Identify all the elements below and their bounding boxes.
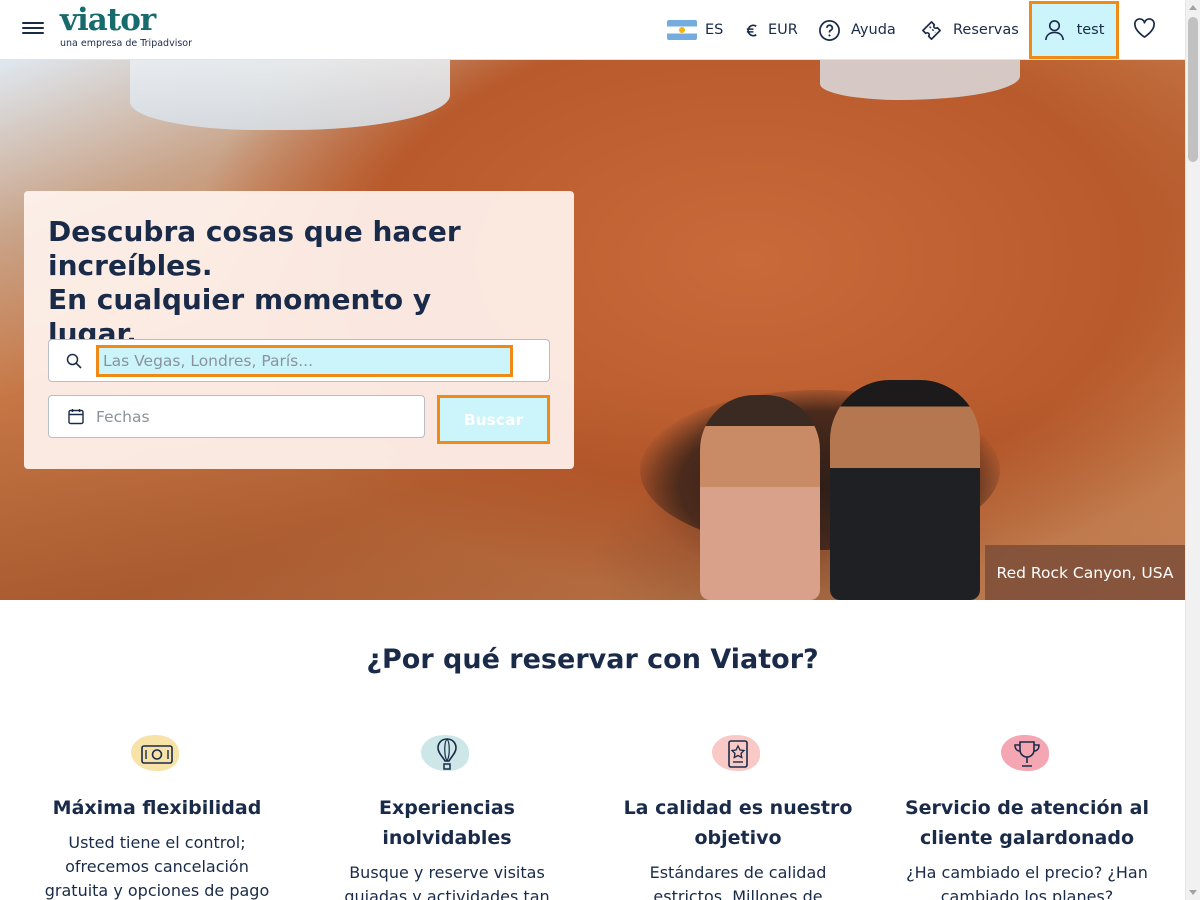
flag-argentina-icon (667, 20, 697, 40)
top-header: viator una empresa de Tripadvisor ES EUR… (0, 0, 1185, 60)
feature-description: Busque y reserve visitas guiadas y activ… (344, 863, 550, 900)
search-icon (66, 353, 82, 373)
dates-placeholder: Fechas (96, 407, 150, 426)
scroll-down-arrow-icon[interactable] (1189, 890, 1197, 895)
calendar-icon (68, 408, 84, 425)
scroll-up-arrow-icon[interactable] (1189, 5, 1197, 10)
hero-sky (130, 60, 450, 130)
hero-location-caption: Red Rock Canyon, USA (985, 545, 1185, 600)
scrollbar-thumb[interactable] (1188, 17, 1198, 162)
feature-customer-service: Servicio de atención al cliente galardon… (902, 735, 1152, 900)
hero-title: Descubra cosas que hacer increíbles. En … (48, 215, 518, 351)
feature-description: ¿Ha cambiado el precio? ¿Han cambiado lo… (906, 863, 1148, 900)
badge-icon (712, 735, 764, 773)
page-scrollbar[interactable] (1185, 0, 1200, 900)
bookings-link[interactable]: Reservas (920, 0, 1019, 60)
hero-title-line1: Descubra cosas que hacer increíbles. (48, 215, 461, 282)
bookings-label: Reservas (953, 22, 1019, 38)
profile-button[interactable]: test (1029, 1, 1119, 59)
hero-person-right (830, 380, 980, 600)
viator-logo[interactable]: viator una empresa de Tripadvisor (60, 3, 192, 49)
help-label: Ayuda (851, 22, 896, 38)
search-button[interactable]: Buscar (437, 395, 550, 444)
money-icon (131, 735, 183, 773)
feature-quality: La calidad es nuestro objetivo Estándare… (613, 735, 863, 900)
logo-wordmark: viator (60, 2, 156, 38)
wishlist-button[interactable] (1133, 0, 1156, 60)
ticket-icon (920, 19, 943, 42)
user-icon (1044, 19, 1065, 42)
feature-description: Usted tiene el control; ofrecemos cancel… (44, 833, 270, 900)
menu-icon[interactable] (22, 19, 44, 39)
euro-icon (744, 22, 761, 39)
feature-experiences: Experiencias inolvidables Busque y reser… (322, 735, 572, 900)
why-section-title: ¿Por qué reservar con Viator? (366, 644, 819, 675)
dates-field[interactable]: Fechas (48, 395, 425, 438)
feature-title: Máxima flexibilidad (52, 797, 262, 819)
destination-search-input[interactable] (96, 345, 513, 377)
feature-title: La calidad es nuestro objetivo (623, 797, 853, 849)
hero-person-left (700, 395, 820, 600)
language-selector[interactable]: ES (667, 0, 723, 60)
hero-sky-2 (820, 60, 1020, 100)
currency-label: EUR (768, 22, 798, 38)
help-icon (818, 19, 841, 42)
heart-icon (1133, 17, 1156, 43)
feature-description: Estándares de calidad estrictos. Millone… (649, 863, 827, 900)
logo-tagline: una empresa de Tripadvisor (60, 38, 193, 49)
hero-banner: Descubra cosas que hacer increíbles. En … (0, 60, 1185, 600)
balloon-icon (421, 735, 473, 773)
feature-flexibility: Máxima flexibilidad Usted tiene el contr… (32, 735, 282, 900)
currency-selector[interactable]: EUR (744, 0, 798, 60)
profile-label: test (1076, 22, 1105, 38)
trophy-icon (1001, 735, 1053, 773)
help-link[interactable]: Ayuda (818, 0, 896, 60)
feature-title: Servicio de atención al cliente galardon… (904, 797, 1149, 849)
language-label: ES (705, 22, 724, 38)
feature-title: Experiencias inolvidables (379, 797, 515, 849)
search-card: Descubra cosas que hacer increíbles. En … (24, 191, 574, 469)
